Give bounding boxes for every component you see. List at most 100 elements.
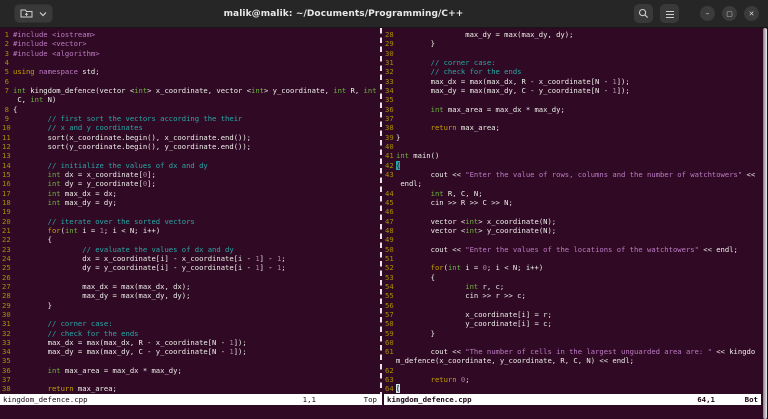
chevron-down-icon[interactable] — [39, 11, 47, 17]
vim-vertical-split-separator[interactable] — [380, 28, 382, 403]
code-rows: 1 #include <iostream> 2 #include <vector> 3 #… — [2, 30, 379, 394]
line-number: 48 — [385, 225, 394, 235]
code-row: 58 y_coordinate[i] = c; — [385, 319, 552, 329]
code-row: 2 #include <vector> — [2, 39, 379, 48]
line-number: 9 — [4, 113, 9, 123]
code-row: 19 — [2, 207, 379, 216]
menu-button[interactable] — [660, 4, 679, 23]
line-number: 1 — [4, 30, 9, 39]
code-row: 38 return max_area; — [2, 384, 117, 394]
code-rows: 28 max_dy = max(max_dy, dy); 29 } 30 31 // … — [385, 30, 759, 394]
code-row: 1 #include <iostream> — [2, 30, 379, 39]
minimize-icon: – — [705, 9, 710, 18]
code-row: 44 int R, C, N; — [385, 188, 483, 198]
line-number: 23 — [2, 244, 11, 254]
code-row: 33 max_dx = max(max_dx, R - x_coordinate… — [2, 337, 247, 347]
line-number: 28 — [385, 30, 394, 39]
code-row: 29 } — [385, 39, 435, 49]
filename: kingdom_defence.cpp — [387, 395, 472, 404]
code-row: 6 — [2, 77, 379, 86]
line-number: 38 — [2, 384, 11, 394]
code-row: 3 #include <algorithm> — [2, 49, 379, 58]
line-number: 2 — [4, 39, 9, 49]
code-row: 15 int dx = x_coordinate[0]; — [2, 169, 156, 179]
line-number: 56 — [385, 300, 394, 310]
filename: kingdom_defence.cpp — [3, 395, 88, 404]
line-number: 21 — [2, 225, 11, 235]
code-row: 32 // check for the ends — [2, 328, 139, 338]
line-number — [2, 95, 13, 104]
line-number: 17 — [2, 188, 11, 198]
line-number: 33 — [385, 76, 394, 86]
line-number: 22 — [2, 235, 11, 245]
code-row: 40 — [385, 142, 759, 151]
line-number: 46 — [385, 207, 394, 217]
cursor-position: 64,1 — [697, 395, 715, 404]
close-button[interactable]: ✕ — [744, 6, 759, 21]
line-number: 61 — [385, 347, 394, 357]
line-number: 31 — [385, 57, 394, 67]
scrollbar[interactable] — [763, 28, 767, 419]
code-row: 25 dy = y_coordinate[i] - y_coordinate[i… — [2, 263, 286, 273]
vim-pane-right[interactable]: 28 max_dy = max(max_dy, dy); 29 } 30 31 // … — [385, 30, 759, 395]
vim-pane-left[interactable]: 1 #include <iostream> 2 #include <vector> 3 #… — [2, 30, 379, 395]
code-row: 11 sort(x_coordinate.begin(), x_coordina… — [2, 132, 251, 142]
code-row: C, int N) — [2, 95, 379, 104]
code-row: 34 max_dy = max(max_dy, C - y_coordinate… — [385, 85, 630, 95]
code-row: 4 — [2, 58, 379, 67]
line-number: 19 — [2, 207, 11, 217]
code-row: 30 — [2, 310, 379, 319]
line-number: 45 — [385, 197, 394, 207]
code-row: 30 — [385, 49, 759, 58]
code-row: 54 int r, c; — [385, 281, 505, 291]
search-button[interactable] — [634, 4, 653, 23]
maximize-button[interactable]: ▢ — [722, 6, 737, 21]
line-number: 37 — [2, 375, 11, 385]
code-row: 37 — [385, 114, 759, 123]
line-number: 57 — [385, 309, 394, 319]
code-row: 9 // first sort the vectors according th… — [2, 114, 379, 123]
code-row: 43 cout << "Enter the value of rows, col… — [385, 169, 756, 179]
line-number: 43 — [385, 169, 394, 179]
line-number: 58 — [385, 319, 394, 329]
code-row: 29 } — [2, 300, 52, 310]
vim-command-line[interactable] — [0, 405, 768, 419]
code-row: 26 — [2, 273, 379, 282]
line-number: 49 — [385, 235, 394, 245]
code-row: 47 vector <int> x_coordinate(N); — [385, 216, 557, 226]
line-number: 25 — [2, 263, 11, 273]
search-icon — [638, 4, 649, 23]
code-row: 14 // initialize the values of dx and dy — [2, 160, 208, 170]
line-number: 53 — [385, 272, 394, 282]
line-number: 29 — [2, 300, 11, 310]
line-number: 38 — [385, 123, 394, 133]
line-number: 7 — [4, 85, 9, 95]
line-number: 26 — [2, 272, 11, 282]
code-row: 31 // corner case: — [385, 57, 496, 67]
code-row: 33 max_dx = max(max_dx, R - x_coordinate… — [385, 76, 630, 86]
new-tab-button[interactable] — [14, 4, 53, 23]
line-number: 59 — [385, 328, 394, 338]
code-row: 27 max_dx = max(max_dx, dx); — [2, 281, 191, 291]
code-row: 31 // corner case: — [2, 319, 113, 329]
line-number: 10 — [2, 123, 11, 133]
line-number: 40 — [385, 141, 394, 151]
code-row: 35 — [385, 95, 759, 104]
line-number: 51 — [385, 253, 394, 263]
line-number: 36 — [385, 104, 394, 114]
line-number: 41 — [385, 151, 394, 161]
code-row: 34 max_dy = max(max_dy, C - y_coordinate… — [2, 347, 247, 357]
code-row: 16 int dy = y_coordinate[0]; — [2, 179, 156, 189]
code-row: 17 int max_dx = dx; — [2, 188, 117, 198]
line-number: 33 — [2, 337, 11, 347]
code-row: 42{ — [385, 160, 401, 170]
window-title: malik@malik: ~/Documents/Programming/C++ — [223, 8, 464, 19]
code-row: 20 // iterate over the sorted vectors — [2, 216, 195, 226]
code-row: 52 for(int i = 0; i < N; i++) — [385, 263, 544, 273]
line-number: 42 — [385, 160, 394, 170]
line-number: 37 — [385, 113, 394, 123]
code-row: 21 for(int i = 1; i < N; i++) — [2, 225, 161, 235]
line-number: 32 — [2, 328, 11, 338]
minimize-button[interactable]: – — [700, 6, 715, 21]
code-row: 64} — [385, 384, 401, 394]
